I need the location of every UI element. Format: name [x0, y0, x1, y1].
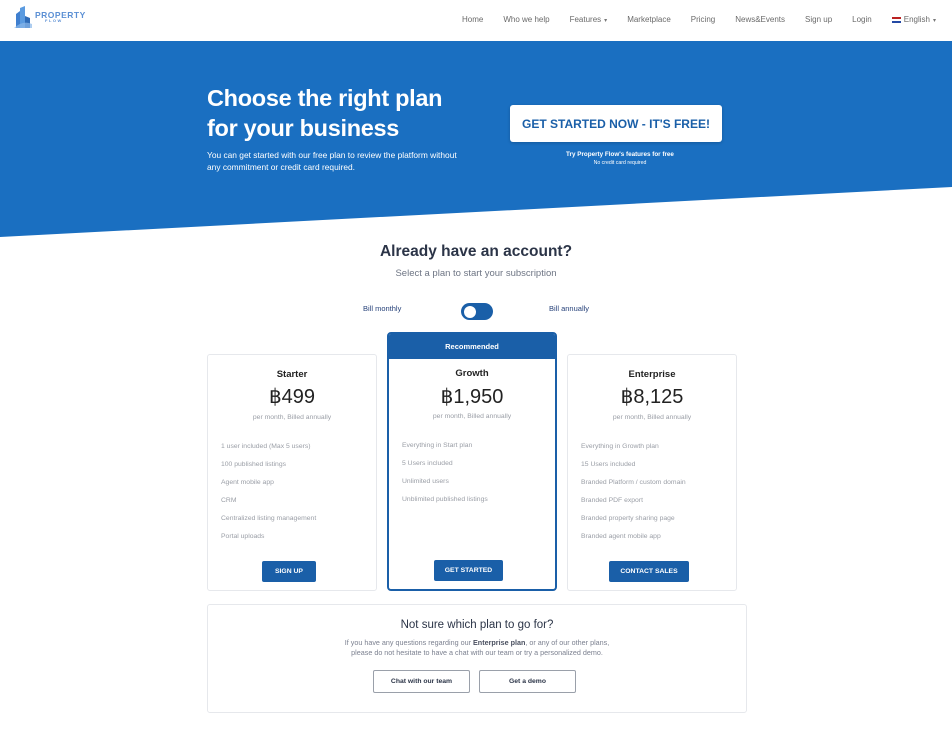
nav-link-login[interactable]: Login: [852, 15, 872, 24]
plan-name: Enterprise: [628, 369, 676, 380]
feature-item: Portal uploads: [221, 533, 265, 540]
help-title: Not sure which plan to go for?: [400, 619, 554, 631]
feature-item: CRM: [221, 497, 237, 504]
chevron-down-icon: ▾: [604, 18, 608, 24]
billing-toggle[interactable]: [461, 303, 493, 320]
plan-card-starter: Starter ฿499 per month, Billed annually …: [207, 354, 377, 591]
feature-list: Everything in Start plan 5 Users include…: [402, 441, 545, 513]
enterprise-plan-link: Enterprise plan: [473, 638, 526, 647]
plan-card-growth: Recommended Growth ฿1,950 per month, Bil…: [387, 332, 557, 591]
nav-link-signup[interactable]: Sign up: [805, 15, 832, 24]
bill-annually-label[interactable]: Bill annually: [549, 304, 589, 313]
account-title: Already have an account?: [379, 243, 573, 260]
toggle-knob: [464, 305, 476, 318]
help-text-part: If you have any questions regarding our: [344, 638, 474, 647]
feature-item: 1 user included (Max 5 users): [221, 443, 311, 450]
sign-up-button[interactable]: SIGN UP: [262, 561, 316, 582]
feature-item: Branded PDF export: [581, 497, 643, 504]
contact-sales-button[interactable]: CONTACT SALES: [609, 561, 689, 582]
plan-card-enterprise: Enterprise ฿8,125 per month, Billed annu…: [567, 354, 737, 591]
feature-item: Agent mobile app: [221, 479, 274, 486]
feature-item: Branded agent mobile app: [581, 533, 661, 540]
plan-name: Starter: [276, 369, 308, 380]
feature-item: Everything in Growth plan: [581, 443, 659, 450]
cta-note-no-card: No credit card required: [593, 160, 647, 166]
cta-note: Try Property Flow's features for free: [566, 151, 674, 158]
language-label: English: [903, 15, 930, 24]
logo-sub-text: FLOW: [45, 18, 63, 24]
hero-title: Choose the right plan for your business: [207, 85, 443, 141]
feature-item: 100 published listings: [221, 461, 286, 468]
nav-link-who-we-help[interactable]: Who we help: [503, 15, 549, 24]
nav-link-pricing[interactable]: Pricing: [691, 15, 715, 24]
plan-period: per month, Billed annually: [252, 414, 332, 421]
logo-building-icon: [14, 6, 32, 28]
feature-item: Branded property sharing page: [581, 515, 675, 522]
nav-link-features[interactable]: Features ▾: [570, 15, 608, 24]
feature-list: Everything in Growth plan 15 Users inclu…: [581, 442, 726, 550]
nav-links: Home Who we help Features ▾ Marketplace P…: [442, 15, 936, 24]
help-text: If you have any questions regarding our …: [208, 638, 746, 658]
nav-link-home[interactable]: Home: [462, 15, 483, 24]
plan-price: ฿499: [268, 386, 316, 408]
chevron-down-icon: ▾: [932, 18, 936, 24]
feature-list: 1 user included (Max 5 users) 100 publis…: [221, 442, 366, 550]
help-box: Not sure which plan to go for? If you ha…: [207, 604, 747, 713]
plan-price: ฿1,950: [440, 386, 504, 408]
feature-item: Everything in Start plan: [402, 442, 473, 449]
plan-name: Growth: [455, 368, 489, 379]
plan-price: ฿8,125: [620, 386, 684, 408]
nav-link-features-label: Features: [569, 15, 602, 24]
help-text-line2: please do not hesitate to have a chat wi…: [351, 648, 603, 657]
nav-link-marketplace[interactable]: Marketplace: [627, 15, 671, 24]
get-started-free-button[interactable]: GET STARTED NOW - IT'S FREE!: [510, 105, 722, 142]
get-a-demo-button[interactable]: Get a demo: [479, 670, 576, 693]
uk-flag-icon: [891, 16, 901, 23]
feature-item: 15 Users included: [581, 461, 636, 468]
plan-period: per month, Billed annually: [432, 413, 512, 420]
feature-item: Branded Platform / custom domain: [581, 479, 686, 486]
plan-period: per month, Billed annually: [612, 414, 692, 421]
account-subtitle: Select a plan to start your subscription: [395, 268, 557, 279]
chat-with-team-button[interactable]: Chat with our team: [373, 670, 470, 693]
feature-item: 5 Users included: [402, 460, 453, 467]
hero-banner: Choose the right plan for your business …: [0, 41, 952, 237]
top-navbar: PROPERTY FLOW Home Who we help Features ▾…: [0, 0, 952, 41]
language-selector[interactable]: English ▾: [891, 15, 936, 24]
get-started-button[interactable]: GET STARTED: [434, 560, 503, 581]
feature-item: Unblimited published listings: [402, 496, 488, 503]
feature-item: Centralized listing management: [221, 515, 317, 522]
feature-item: Unlimited users: [402, 478, 449, 485]
hero-subtitle: You can get started with our free plan t…: [207, 150, 457, 172]
help-text-part: , or any of our other plans,: [525, 638, 610, 647]
recommended-badge: Recommended: [389, 334, 555, 359]
property-flow-logo[interactable]: PROPERTY FLOW: [14, 6, 86, 28]
nav-link-news-events[interactable]: News&Events: [735, 15, 785, 24]
bill-monthly-label[interactable]: Bill monthly: [363, 304, 401, 313]
